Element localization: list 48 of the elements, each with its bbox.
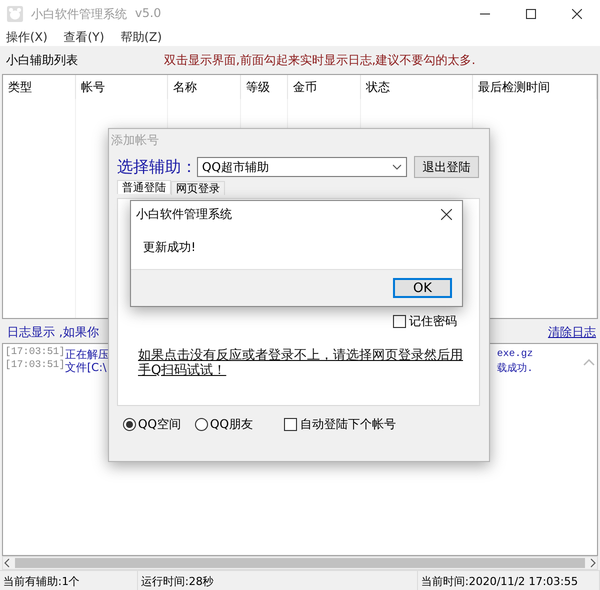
column-header[interactable]: 最后检测时间 xyxy=(473,75,597,99)
status-text: 当前有辅助:1个 xyxy=(0,571,138,590)
message-text: 更新成功! xyxy=(142,239,197,256)
menu-item[interactable]: 查看(Y) xyxy=(64,28,104,46)
ok-button[interactable]: OK xyxy=(393,278,452,298)
column-header[interactable]: 类型 xyxy=(3,75,76,99)
menu-item[interactable]: 操作(X) xyxy=(6,28,48,46)
log-title: 日志显示 xyxy=(7,324,55,340)
logout-button[interactable]: 退出登陆 xyxy=(414,156,479,178)
scroll-left-icon[interactable] xyxy=(3,558,11,568)
status-text: 当前时间:2020/11/2 17:03:55 xyxy=(418,571,600,590)
tab[interactable]: 网页登录 xyxy=(171,181,225,195)
log-time: [17:03:51] xyxy=(5,347,66,358)
version-label: v5.0 xyxy=(135,6,162,22)
column-header[interactable]: 等级 xyxy=(241,75,288,99)
close-icon[interactable] xyxy=(441,208,452,220)
log-time: [17:03:51] xyxy=(5,360,66,371)
helper-dropdown[interactable]: QQ超市辅助 xyxy=(197,157,407,177)
column-header[interactable]: 名称 xyxy=(168,75,241,99)
tab[interactable]: 普通登陆 xyxy=(117,180,171,194)
log-text: 文件[C:\ xyxy=(65,360,106,375)
column-header[interactable]: 状态 xyxy=(361,75,473,99)
dialog-title: 添加帐号 xyxy=(111,132,160,148)
clear-log-link[interactable]: 清除日志 xyxy=(548,324,596,340)
window-title: 小白软件管理系统 xyxy=(31,6,127,22)
log-text: 载成功. xyxy=(497,362,534,374)
log-text: exe.gz xyxy=(497,349,534,360)
help-link[interactable]: 如果点击没有反应或者登录不上，请选择网页登录然后用手Q扫码试试！ xyxy=(138,348,468,378)
target-radio[interactable]: QQ空间 xyxy=(123,416,195,433)
maximize-icon[interactable] xyxy=(526,9,536,19)
message-title: 小白软件管理系统 xyxy=(136,206,232,222)
scroll-right-icon[interactable] xyxy=(589,558,597,568)
column-header[interactable]: 帐号 xyxy=(76,75,168,99)
horizontal-scrollbar[interactable] xyxy=(2,556,598,570)
target-radio[interactable]: QQ朋友 xyxy=(195,416,267,433)
app-logo-icon xyxy=(7,6,23,22)
log-notice: ,如果你 xyxy=(59,324,99,340)
hint-text: 双击显示界面,前面勾起来实时显示日志,建议不要勾的太多. xyxy=(164,52,476,68)
chevron-down-icon[interactable] xyxy=(392,164,402,170)
column-header[interactable]: 金币 xyxy=(288,75,361,99)
status-text: 运行时间:28秒 xyxy=(138,571,418,590)
auto-next-checkbox[interactable]: 自动登陆下个帐号 xyxy=(284,416,396,433)
close-icon[interactable] xyxy=(572,9,582,19)
menu-item[interactable]: 帮助(Z) xyxy=(120,28,162,46)
list-title: 小白辅助列表 xyxy=(6,52,79,68)
select-label: 选择辅助： xyxy=(117,156,191,178)
log-text: 正在解压 xyxy=(65,347,110,362)
remember-password-checkbox[interactable]: 记住密码 xyxy=(393,313,457,330)
